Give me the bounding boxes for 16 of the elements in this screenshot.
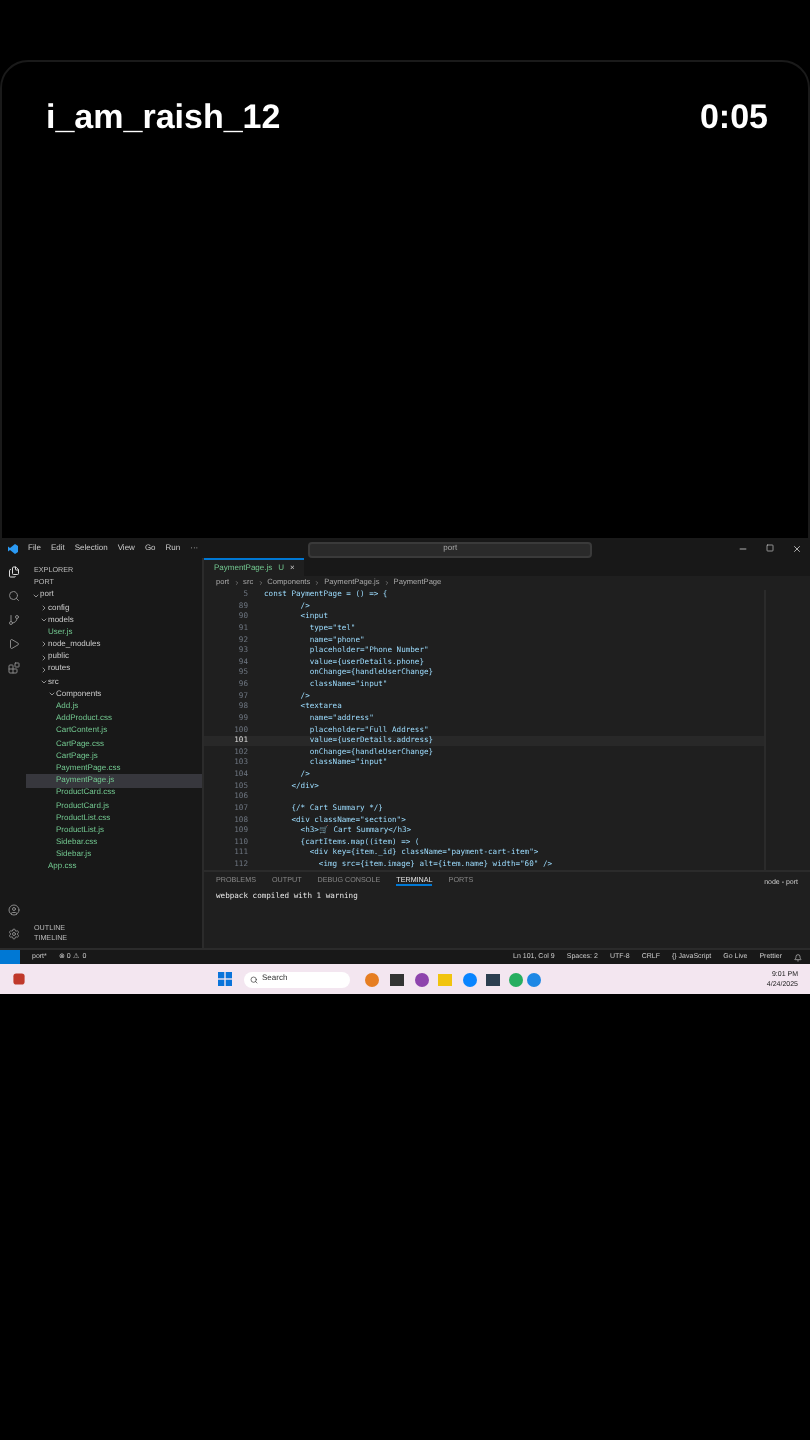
editor-logo-icon — [8, 544, 18, 554]
username: i_am_raish_12 — [46, 98, 281, 138]
branch-icon[interactable] — [7, 614, 19, 626]
maximize-icon[interactable] — [766, 544, 774, 552]
account-icon[interactable] — [7, 904, 19, 916]
run-icon[interactable] — [7, 638, 19, 650]
explorer-icon[interactable] — [7, 566, 19, 578]
search-icon[interactable] — [7, 590, 19, 602]
settings-icon[interactable] — [7, 928, 19, 940]
minimize-icon[interactable] — [738, 544, 748, 554]
app-icons-drawing[interactable] — [362, 971, 542, 987]
start-icon[interactable] — [218, 972, 232, 986]
extensions-icon[interactable] — [7, 662, 19, 674]
video-time: 0:05 — [699, 98, 768, 138]
bell-icon[interactable] — [794, 953, 802, 961]
search-icon — [250, 975, 258, 983]
